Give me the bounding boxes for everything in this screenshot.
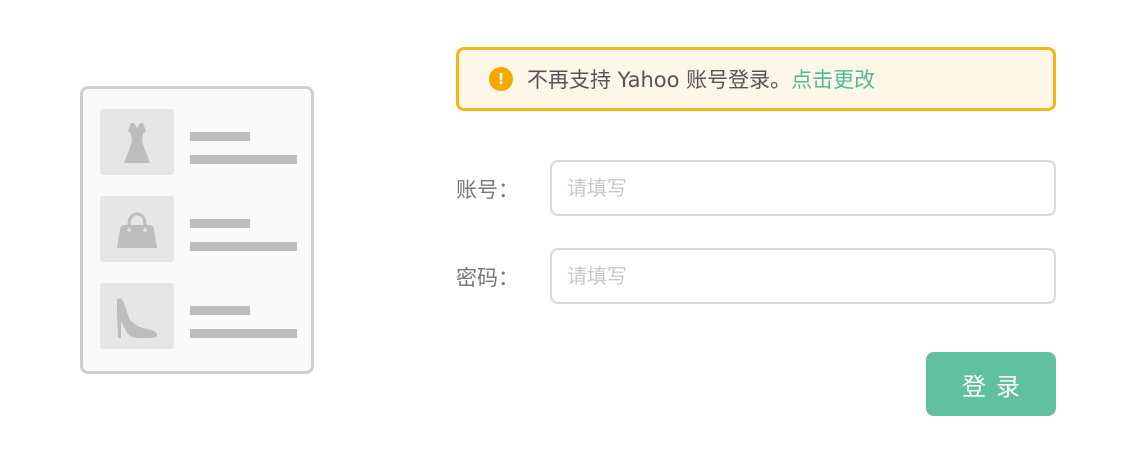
password-input[interactable] xyxy=(550,248,1056,304)
placeholder-line xyxy=(190,329,297,338)
placeholder-line xyxy=(190,242,297,251)
account-label: 账号： xyxy=(456,178,519,202)
account-input[interactable] xyxy=(550,160,1056,216)
change-account-link[interactable]: 点击更改 xyxy=(791,64,875,94)
illustration-row xyxy=(100,283,300,351)
notice-text: 不再支持 Yahoo 账号登录。 xyxy=(527,68,792,92)
placeholder-line xyxy=(190,306,250,315)
placeholder-line xyxy=(190,219,250,228)
placeholder-line xyxy=(190,132,250,141)
login-button[interactable]: 登录 xyxy=(926,352,1056,416)
notice-banner: ! 不再支持 Yahoo 账号登录。 点击更改 xyxy=(456,47,1056,111)
illustration-row xyxy=(100,109,300,177)
illustration-row xyxy=(100,196,300,264)
placeholder-line xyxy=(190,155,297,164)
product-list-illustration xyxy=(80,86,314,374)
dress-icon xyxy=(100,109,174,175)
login-page: ! 不再支持 Yahoo 账号登录。 点击更改 账号： 密码： 登录 xyxy=(0,0,1136,464)
handbag-icon xyxy=(100,196,174,262)
warning-icon: ! xyxy=(489,67,513,91)
high-heel-icon xyxy=(100,283,174,349)
password-label: 密码： xyxy=(456,266,519,290)
